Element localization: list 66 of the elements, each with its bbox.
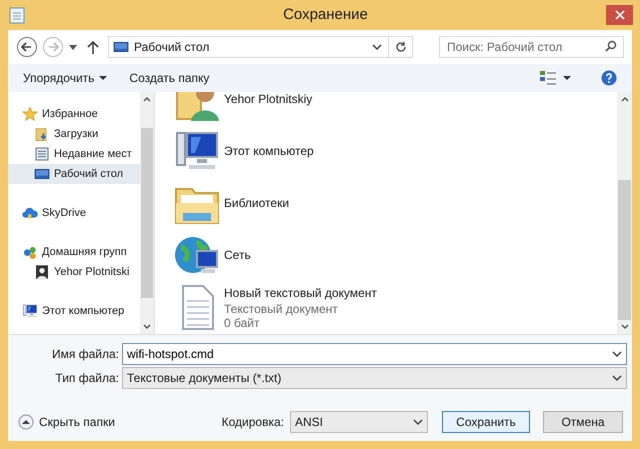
sidebar-item[interactable]: Избранное [8, 104, 140, 124]
caret-icon[interactable] [563, 75, 571, 81]
file-detail: 0 байт [224, 316, 260, 330]
recent-places-icon [34, 146, 50, 162]
file-type-dropdown[interactable]: Текстовые документы (*.txt) [122, 367, 627, 389]
refresh-icon[interactable] [394, 41, 406, 53]
help-icon[interactable] [601, 70, 617, 86]
up-arrow-icon[interactable] [86, 39, 100, 55]
scroll-down-icon[interactable] [620, 324, 628, 330]
window-title: Сохранение [283, 4, 368, 25]
dropdown-caret-icon [612, 373, 622, 383]
file-name: Новый текстовый документ [224, 285, 377, 302]
field-label: Тип файла: [54, 370, 120, 387]
scroll-down-icon[interactable] [143, 324, 151, 330]
close-button[interactable] [606, 5, 633, 25]
file-detail: Текстовый документ [224, 302, 339, 316]
history-caret-icon[interactable] [68, 43, 78, 51]
file-name: Сеть [224, 247, 251, 264]
search-field[interactable]: Поиск: Рабочий стол [439, 36, 624, 58]
file-name: Yehor Plotnitskiy [224, 92, 312, 108]
dropdown-caret-icon [612, 349, 622, 359]
file-item[interactable]: Новый текстовый документ Текстовый документ 0 байт [173, 281, 617, 333]
close-icon [614, 10, 624, 20]
sidebar-item[interactable]: Этот компьютер [8, 301, 140, 321]
field-label: Имя файла: [51, 346, 120, 363]
sidebar-item[interactable]: Загрузки [8, 124, 140, 144]
file-item[interactable]: Этот компьютер [173, 125, 617, 177]
collapse-icon [18, 414, 34, 430]
encoding-dropdown[interactable]: ANSI [290, 411, 428, 433]
file-item[interactable]: Библиотеки [173, 177, 617, 229]
address-bar[interactable]: Рабочий стол [108, 36, 413, 58]
address-text: Рабочий стол [134, 39, 210, 56]
sidebar-item[interactable]: Домашняя групп [8, 242, 140, 262]
scrollbar[interactable] [140, 92, 154, 334]
file-item[interactable]: Yehor Plotnitskiy [173, 92, 617, 125]
file-name-field[interactable]: wifi-hotspot.cmd [122, 343, 627, 365]
desktop-icon [113, 39, 129, 55]
notepad-icon [9, 6, 25, 24]
dropdown-caret-icon [372, 42, 382, 52]
sidebar-item[interactable]: Недавние мест [8, 144, 140, 164]
scroll-up-icon[interactable] [143, 96, 151, 102]
desktop-icon [34, 166, 50, 182]
file-item[interactable]: Сеть [173, 229, 617, 281]
new-folder-button[interactable]: Создать папку [129, 69, 210, 87]
star-icon [22, 106, 38, 122]
organize-button[interactable]: Упорядочить [23, 69, 108, 87]
computer-icon [22, 303, 38, 319]
scroll-up-icon[interactable] [620, 96, 628, 102]
file-name: Библиотеки [224, 195, 290, 212]
caret-icon [99, 75, 108, 81]
scrollbar[interactable] [617, 92, 632, 334]
cancel-button[interactable]: Отмена [543, 411, 623, 433]
sidebar-item[interactable]: Рабочий стол [8, 164, 140, 184]
homegroup-icon [22, 244, 38, 260]
encoding-label: Кодировка: [222, 414, 284, 431]
dropdown-caret-icon [413, 417, 423, 427]
user-silhouette-icon [34, 264, 50, 280]
search-icon [605, 40, 617, 52]
sidebar-item[interactable]: Yehor Plotnitski [8, 262, 140, 282]
view-options-icon[interactable] [539, 70, 557, 86]
save-button[interactable]: Сохранить [442, 411, 530, 433]
back-icon[interactable] [16, 36, 38, 58]
sidebar-item[interactable]: SkyDrive [8, 203, 140, 223]
file-name: Этот компьютер [224, 143, 314, 160]
cloud-icon [22, 205, 38, 221]
hide-folders-button[interactable]: Скрыть папки [18, 413, 115, 431]
